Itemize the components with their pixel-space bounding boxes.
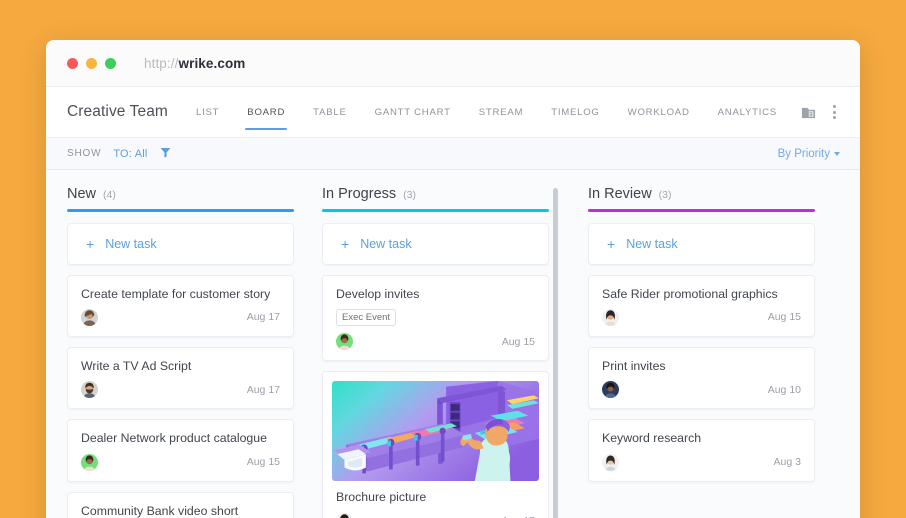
task-title: Brochure picture (332, 490, 539, 505)
task-title: Develop invites (336, 287, 535, 302)
show-label: SHOW (67, 148, 101, 159)
sort-by-label: By Priority (778, 148, 830, 160)
task-card[interactable]: Write a TV Ad Script Aug 17 (67, 347, 294, 409)
task-card[interactable]: Dealer Network product catalogue Aug 15 (67, 419, 294, 481)
board-column-new: New (4) + New task Create template for c… (46, 186, 308, 518)
tab-list[interactable]: LIST (182, 87, 233, 137)
task-title: Create template for customer story (81, 287, 280, 302)
column-title: In Progress (322, 186, 396, 202)
url-prefix: http:// (144, 56, 178, 71)
new-task-button[interactable]: + New task (588, 223, 815, 265)
info-folder-icon[interactable] (801, 105, 816, 120)
traffic-lights (67, 58, 116, 69)
task-footer: Aug 17 (81, 309, 280, 326)
plus-icon: + (341, 237, 349, 251)
column-header: In Review (3) (588, 186, 815, 209)
column-title: New (67, 186, 96, 202)
column-accent-rule (322, 209, 549, 212)
task-card[interactable]: Create template for customer story Aug 1… (67, 275, 294, 337)
task-tag[interactable]: Exec Event (336, 309, 396, 327)
tab-stream[interactable]: STREAM (465, 87, 537, 137)
task-title: Dealer Network product catalogue (81, 431, 280, 446)
avatar[interactable] (336, 513, 353, 518)
task-title: Print invites (602, 359, 801, 374)
show-filter-value[interactable]: TO: All (113, 148, 147, 160)
tab-board[interactable]: BOARD (233, 87, 299, 137)
board-column-in-progress: In Progress (3) + New task Develop invit… (308, 186, 563, 518)
task-card[interactable]: Print invites Aug 10 (588, 347, 815, 409)
due-date: Aug 3 (774, 456, 801, 468)
tab-analytics[interactable]: ANALYTICS (704, 87, 791, 137)
view-tabs: LIST BOARD TABLE GANTT CHART STREAM TIME… (182, 87, 791, 137)
tab-timelog[interactable]: TIMELOG (537, 87, 613, 137)
task-footer: Aug 17 (332, 513, 539, 518)
due-date: Aug 17 (247, 384, 280, 396)
app-header: Creative Team LIST BOARD TABLE GANTT CHA… (46, 87, 860, 137)
due-date: Aug 10 (768, 384, 801, 396)
avatar[interactable] (81, 309, 98, 326)
sort-by-control[interactable]: By Priority (778, 148, 840, 160)
due-date: Aug 15 (247, 456, 280, 468)
new-task-button[interactable]: + New task (322, 223, 549, 265)
avatar[interactable] (81, 381, 98, 398)
task-card[interactable]: Develop invites Exec Event Aug 15 (322, 275, 549, 362)
new-task-label: New task (105, 237, 156, 251)
task-footer: Aug 3 (602, 454, 801, 471)
task-card[interactable]: Keyword research Aug 3 (588, 419, 815, 481)
page-title: Creative Team (67, 103, 168, 121)
avatar[interactable] (602, 309, 619, 326)
column-count: (3) (659, 189, 672, 201)
avatar[interactable] (602, 454, 619, 471)
url-domain: wrike.com (178, 56, 245, 71)
task-title: Write a TV Ad Script (81, 359, 280, 374)
maximize-window-button[interactable] (105, 58, 116, 69)
filter-bar: SHOW TO: All By Priority (46, 137, 860, 170)
column-count: (3) (403, 189, 416, 201)
column-header: New (4) (67, 186, 294, 209)
task-footer: Aug 10 (602, 381, 801, 398)
funnel-icon[interactable] (160, 145, 171, 163)
tab-workload[interactable]: WORKLOAD (614, 87, 704, 137)
new-task-label: New task (626, 237, 677, 251)
task-footer: Aug 15 (602, 309, 801, 326)
tab-table[interactable]: TABLE (299, 87, 360, 137)
column-count: (4) (103, 189, 116, 201)
plus-icon: + (607, 237, 615, 251)
column-header: In Progress (3) (322, 186, 549, 209)
chevron-down-icon (834, 152, 840, 156)
browser-chrome: http://wrike.com (46, 40, 860, 87)
column-title: In Review (588, 186, 652, 202)
close-window-button[interactable] (67, 58, 78, 69)
avatar[interactable] (602, 381, 619, 398)
task-title: Community Bank video short (81, 504, 280, 518)
column-accent-rule (588, 209, 815, 212)
due-date: Aug 17 (247, 311, 280, 323)
avatar[interactable] (336, 333, 353, 350)
avatar[interactable] (81, 454, 98, 471)
board-column-in-review: In Review (3) + New task Safe Rider prom… (574, 186, 829, 518)
task-footer: Aug 17 (81, 381, 280, 398)
task-title: Safe Rider promotional graphics (602, 287, 801, 302)
task-card[interactable]: Brochure picture Aug 17 (322, 371, 549, 518)
address-bar[interactable]: http://wrike.com (144, 56, 245, 71)
task-title: Keyword research (602, 431, 801, 446)
due-date: Aug 15 (502, 336, 535, 348)
due-date: Aug 15 (768, 311, 801, 323)
task-card[interactable]: Safe Rider promotional graphics Aug 15 (588, 275, 815, 337)
kebab-menu-icon[interactable] (829, 103, 840, 121)
task-card[interactable]: Community Bank video short Aug 10 (67, 492, 294, 518)
new-task-label: New task (360, 237, 411, 251)
browser-window: http://wrike.com Creative Team LIST BOAR… (46, 40, 860, 518)
header-icon-group (801, 103, 840, 121)
new-task-button[interactable]: + New task (67, 223, 294, 265)
printing-press-illustration (332, 381, 539, 481)
board-vertical-scrollbar[interactable] (553, 188, 558, 518)
task-footer: Aug 15 (336, 333, 535, 350)
kanban-board: New (4) + New task Create template for c… (46, 170, 860, 518)
column-accent-rule (67, 209, 294, 212)
plus-icon: + (86, 237, 94, 251)
task-footer: Aug 15 (81, 454, 280, 471)
tab-gantt-chart[interactable]: GANTT CHART (361, 87, 465, 137)
minimize-window-button[interactable] (86, 58, 97, 69)
